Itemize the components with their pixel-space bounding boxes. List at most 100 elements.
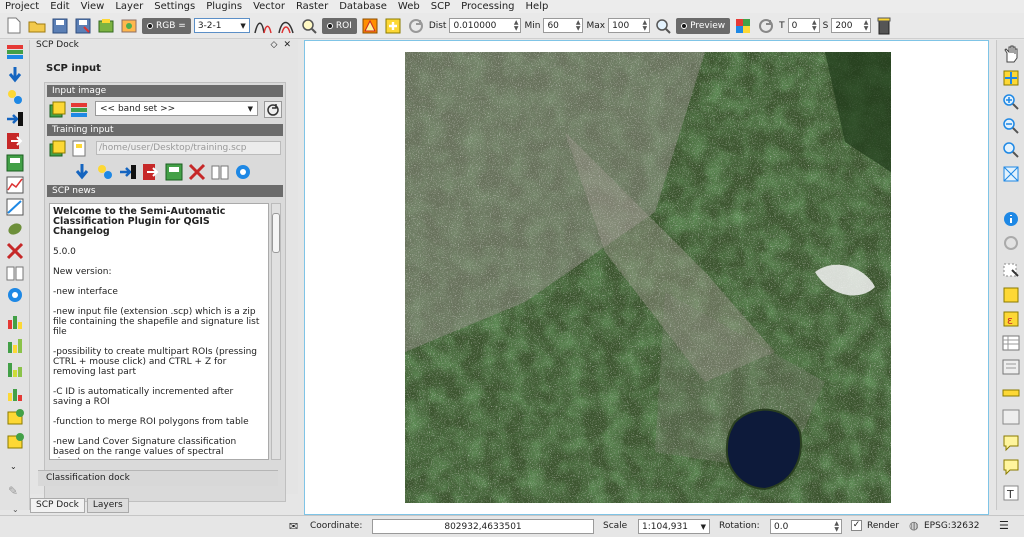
zoom-out-icon[interactable] — [1002, 117, 1020, 135]
crs-label[interactable]: EPSG:32632 — [924, 521, 979, 531]
field-calculator-icon[interactable] — [1002, 358, 1020, 376]
redo-roi-icon[interactable] — [406, 16, 426, 36]
stretch-icon[interactable] — [276, 16, 296, 36]
menu-processing[interactable]: Processing — [456, 0, 520, 13]
help-gear-icon[interactable] — [6, 286, 24, 304]
remove-temp-files-icon[interactable] — [874, 16, 894, 36]
min-spinbox[interactable]: 60 ▲ ▼ — [543, 18, 584, 33]
menu-database[interactable]: Database — [334, 0, 393, 13]
settings-icon[interactable] — [188, 163, 206, 181]
open-image-icon[interactable] — [49, 101, 67, 118]
help-icon[interactable] — [234, 163, 252, 181]
band-set-stack-icon[interactable] — [70, 101, 88, 118]
coordinate-field[interactable]: 802932,4633501 — [372, 519, 594, 534]
pan-to-selection-icon[interactable] — [1002, 69, 1020, 87]
spectral-plot-icon[interactable] — [6, 176, 24, 194]
menu-raster[interactable]: Raster — [291, 0, 334, 13]
histogram-2-icon[interactable] — [6, 336, 24, 354]
menu-scp[interactable]: SCP — [426, 0, 456, 13]
band-calc-icon[interactable] — [165, 163, 183, 181]
postprocessing-icon[interactable] — [142, 163, 160, 181]
zoom-in-stretch-icon[interactable] — [253, 16, 273, 36]
scale-combo[interactable]: 1:104,931 ▼ — [638, 519, 710, 534]
pan-hand-icon[interactable] — [1002, 45, 1020, 63]
pan-map-icon[interactable] — [96, 16, 116, 36]
refresh-icon[interactable] — [264, 101, 282, 118]
rgb-combo[interactable]: 3-2-1 ▼ — [193, 18, 250, 33]
news-scrollbar[interactable] — [271, 203, 281, 460]
zoom-to-preview-icon[interactable] — [653, 16, 673, 36]
log-messages-icon[interactable]: ☰ — [999, 519, 1009, 532]
save-project-icon[interactable] — [50, 16, 70, 36]
classification-preview-icon[interactable] — [733, 16, 753, 36]
menu-help[interactable]: Help — [521, 0, 555, 13]
add-layer-icon[interactable] — [6, 408, 24, 426]
attribute-table-icon[interactable] — [1002, 334, 1020, 352]
rotation-spinbox[interactable]: 0.0 ▲ ▼ — [770, 519, 842, 534]
create-roi-icon[interactable] — [360, 16, 380, 36]
identify-icon[interactable] — [1002, 210, 1020, 228]
transparency-spinbox[interactable]: 0 ▲ ▼ — [787, 18, 820, 33]
zoom-native-icon[interactable] — [1002, 141, 1020, 159]
redo-preview-icon[interactable] — [756, 16, 776, 36]
measure-area-icon[interactable] — [1002, 408, 1020, 426]
map-tips-icon[interactable] — [1002, 434, 1020, 452]
open-project-icon[interactable] — [27, 16, 47, 36]
add-roi-point-icon[interactable] — [383, 16, 403, 36]
band-set-select[interactable]: << band set >> ▼ — [95, 101, 258, 116]
add-vector-icon[interactable] — [6, 432, 24, 450]
menu-edit[interactable]: Edit — [45, 0, 75, 13]
training-file-path[interactable]: /home/user/Desktop/training.scp — [96, 141, 281, 155]
toolbar-expand-icon[interactable]: ⌄ — [10, 462, 17, 471]
chevron-down-icon[interactable]: ⌄ — [12, 505, 19, 514]
deselect-icon[interactable] — [1002, 286, 1020, 304]
user-manual-icon[interactable] — [211, 163, 229, 181]
tab-scp-dock[interactable]: SCP Dock — [30, 498, 85, 513]
tools-icon[interactable] — [6, 88, 24, 106]
map-canvas[interactable] — [304, 40, 989, 515]
download-arrow-icon[interactable] — [6, 66, 24, 84]
settings-tools-icon[interactable] — [6, 242, 24, 260]
new-training-file-icon[interactable] — [70, 140, 88, 157]
save-as-icon[interactable] — [73, 16, 93, 36]
annotation-icon[interactable] — [1002, 458, 1020, 476]
menu-vector[interactable]: Vector — [248, 0, 291, 13]
zoom-full-icon[interactable] — [1002, 165, 1020, 183]
tools-icon[interactable] — [96, 163, 114, 181]
scrollbar-thumb[interactable] — [272, 213, 280, 253]
menu-plugins[interactable]: Plugins — [201, 0, 248, 13]
menu-view[interactable]: View — [76, 0, 111, 13]
scatter-plot-icon[interactable] — [6, 198, 24, 216]
user-manual-icon[interactable] — [6, 264, 24, 282]
expression-select-icon[interactable]: ε — [1002, 310, 1020, 328]
tab-layers[interactable]: Layers — [86, 498, 129, 513]
preprocessing-icon[interactable] — [6, 110, 24, 128]
histogram-3-icon[interactable] — [6, 360, 24, 378]
histogram-icon[interactable] — [6, 312, 24, 330]
size-spinbox[interactable]: 200 ▲ ▼ — [831, 18, 872, 33]
menu-web[interactable]: Web — [393, 0, 426, 13]
float-icon[interactable]: ◇ — [271, 40, 278, 53]
preview-toggle[interactable]: Preview — [676, 17, 731, 34]
dist-spinbox[interactable]: 0.010000 ▲ ▼ — [449, 18, 522, 33]
close-icon[interactable]: ✕ — [283, 40, 291, 53]
rgb-toggle[interactable]: RGB = — [142, 17, 191, 34]
classification-dock-tab[interactable]: Classification dock — [38, 470, 278, 486]
zoom-to-roi-icon[interactable] — [299, 16, 319, 36]
band-set-icon[interactable] — [6, 43, 24, 61]
zoom-in-icon[interactable] — [1002, 93, 1020, 111]
text-annotation-icon[interactable]: T — [1002, 484, 1020, 502]
globe-icon[interactable]: ◍ — [909, 519, 919, 532]
band-combination-icon[interactable] — [119, 16, 139, 36]
messages-icon[interactable]: ✉ — [289, 520, 298, 533]
render-checkbox[interactable]: ✓ — [851, 520, 862, 531]
roi-toggle[interactable]: ROI — [321, 17, 357, 34]
menu-settings[interactable]: Settings — [149, 0, 201, 13]
menu-project[interactable]: Project — [0, 0, 45, 13]
preprocessing-icon[interactable] — [119, 163, 137, 181]
download-icon[interactable] — [73, 163, 91, 181]
action-icon[interactable] — [1002, 234, 1020, 252]
histogram-4-icon[interactable] — [6, 384, 24, 402]
menu-layer[interactable]: Layer — [110, 0, 149, 13]
batch-icon[interactable] — [6, 220, 24, 238]
